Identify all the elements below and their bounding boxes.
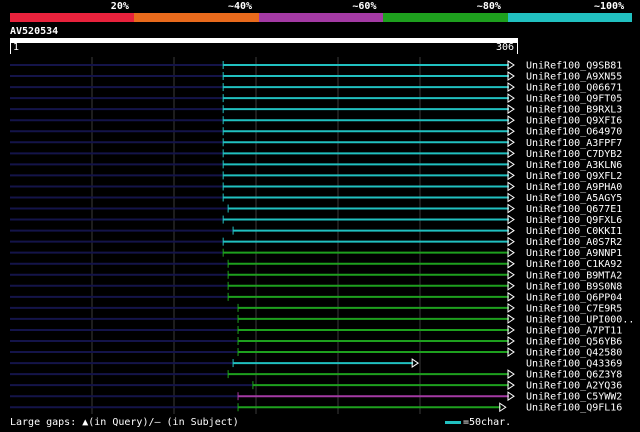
hit-label: UniRef100_Q56YB6 xyxy=(526,337,622,348)
hit-label: UniRef100_Q9FXL6 xyxy=(526,215,622,226)
hit-label: UniRef100_A9XN55 xyxy=(526,72,622,83)
hit-label: UniRef100_A5AGY5 xyxy=(526,193,622,204)
hit-label: UniRef100_C7E9R5 xyxy=(526,303,622,314)
hit-label: UniRef100_Q43369 xyxy=(526,359,622,370)
hit-label: UniRef100_Q06671 xyxy=(526,83,622,94)
blast-graphic-view: 20% ~40% ~60% ~80% ~100% AV520534 1 306 UniR… xyxy=(0,0,640,432)
hit-label: UniRef100_A0S7R2 xyxy=(526,237,622,248)
hit-label: UniRef100_C7DYB2 xyxy=(526,149,622,160)
hit-label: UniRef100_A3KLN6 xyxy=(526,160,622,171)
hit-label: UniRef100_UPI000.. xyxy=(526,314,634,325)
scale-label: =50char. xyxy=(463,417,512,428)
hit-label: UniRef100_Q6Z3Y8 xyxy=(526,370,622,381)
hit-label: UniRef100_B9S0N8 xyxy=(526,281,622,292)
hit-label: UniRef100_Q9FL16 xyxy=(526,403,622,414)
hit-label: UniRef100_A9NNP1 xyxy=(526,248,622,259)
hit-label: UniRef100_Q42580 xyxy=(526,348,622,359)
scale-legend: =50char. xyxy=(445,417,511,428)
hit-label: UniRef100_Q6PP04 xyxy=(526,292,622,303)
hit-label: UniRef100_A2YQ36 xyxy=(526,381,622,392)
large-gaps-legend: Large gaps: ▲(in Query)/– (in Subject) xyxy=(10,417,239,428)
hit-label: UniRef100_C5YWW2 xyxy=(526,392,622,403)
hit-label: UniRef100_B9MTA2 xyxy=(526,270,622,281)
hit-label: UniRef100_A7PT11 xyxy=(526,325,622,336)
hit-label: UniRef100_Q677E1 xyxy=(526,204,622,215)
hit-label: UniRef100_Q9XFI6 xyxy=(526,116,622,127)
hit-label: UniRef100_B9RXL3 xyxy=(526,105,622,116)
hit-label: UniRef100_Q9SB81 xyxy=(526,61,622,72)
hit-label: UniRef100_A9PHA0 xyxy=(526,182,622,193)
hit-label: UniRef100_O64970 xyxy=(526,127,622,138)
hit-label: UniRef100_C0KKI1 xyxy=(526,226,622,237)
alignment-plot: UniRef100_Q9SB81UniRef100_A9XN55UniRef10… xyxy=(10,57,634,414)
scale-bar-icon xyxy=(445,420,461,424)
hit-label: UniRef100_A3FPF7 xyxy=(526,138,622,149)
hit-label: UniRef100_C1KA92 xyxy=(526,259,622,270)
hit-label: UniRef100_Q9XFL2 xyxy=(526,171,622,182)
hit-label: UniRef100_Q9FT05 xyxy=(526,94,622,105)
